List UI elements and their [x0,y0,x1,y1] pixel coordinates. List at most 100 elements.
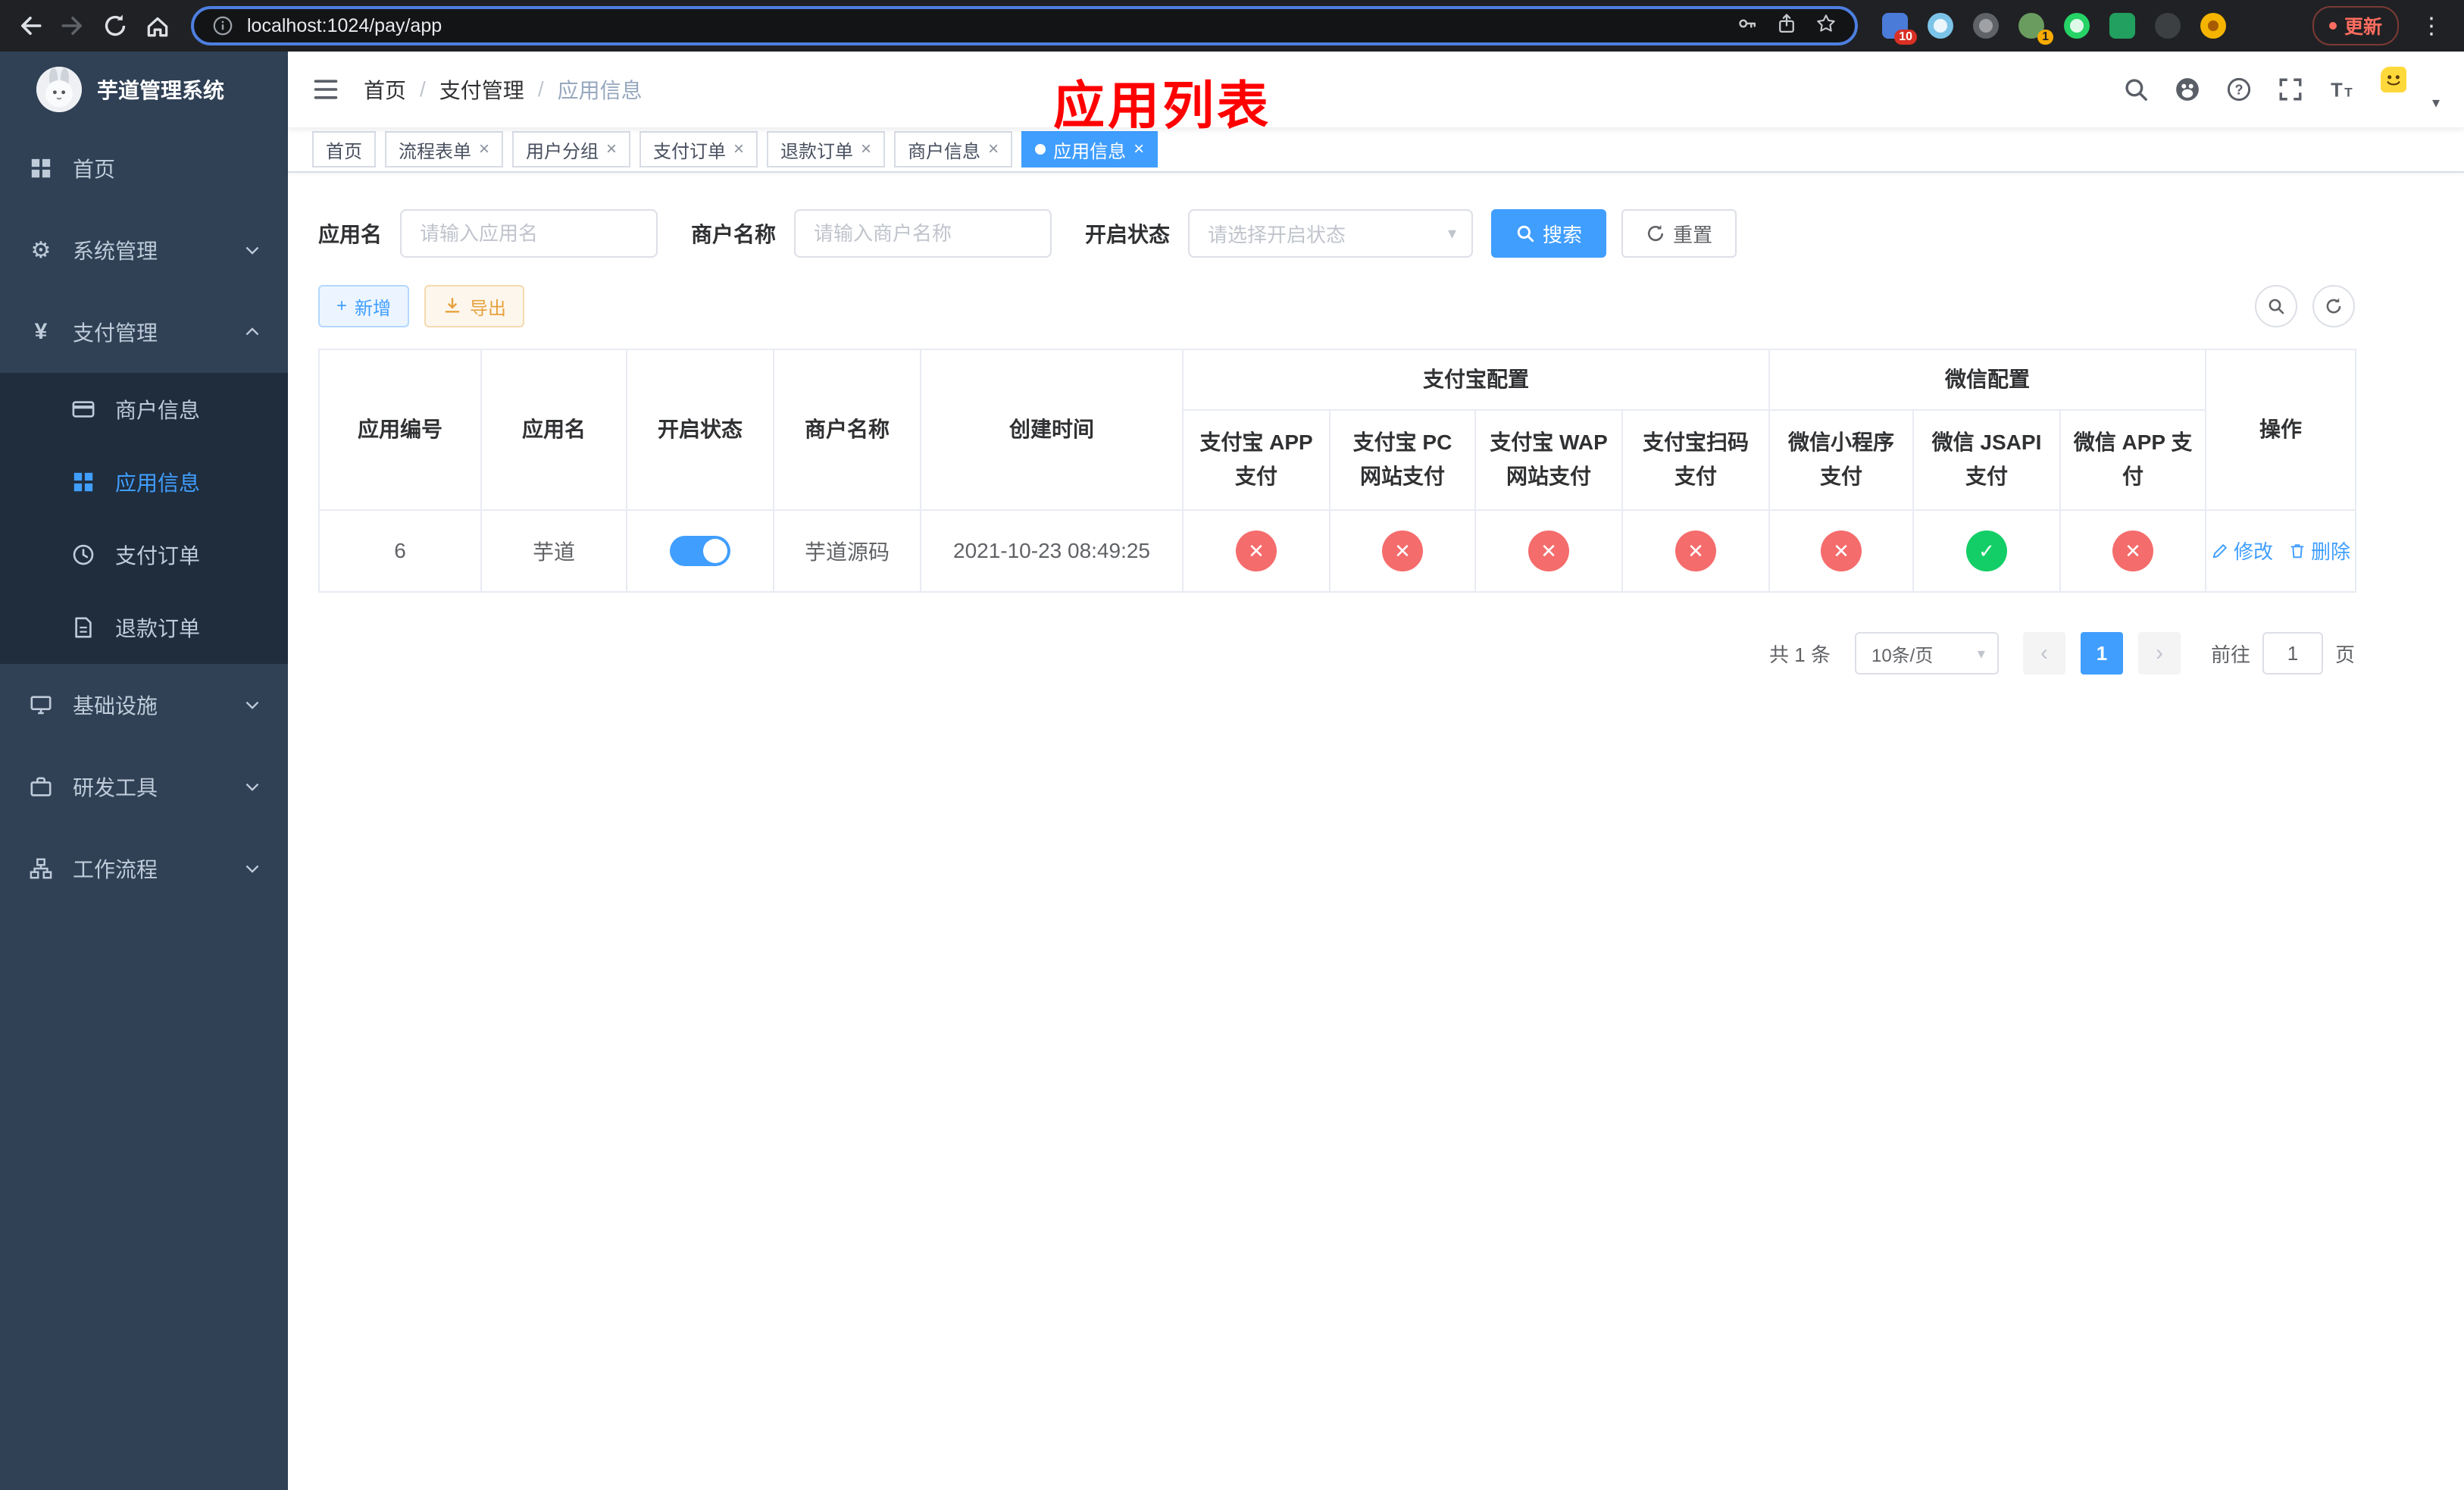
github-icon[interactable] [2175,77,2200,102]
sidebar-item-refund-order[interactable]: 退款订单 [0,591,288,664]
close-icon[interactable]: × [733,140,744,158]
svg-text:T: T [2331,80,2343,102]
annotation-title: 应用列表 [1053,77,1272,135]
toolbox-icon [27,775,55,798]
wx-app-status-icon: ✕ [2112,531,2154,571]
tab-merchant-info[interactable]: 商户信息 × [894,131,1013,167]
plus-icon: + [336,296,348,316]
reset-button[interactable]: 重置 [1621,209,1737,258]
col-header-merchant: 商户名称 [773,349,921,511]
extension-pin-icon[interactable] [2155,13,2181,39]
col-header-actions: 操作 [2205,349,2357,511]
add-button[interactable]: + 新增 [318,285,410,327]
tab-refund-order[interactable]: 退款订单 × [767,131,886,167]
table-row: 6 芋道 芋道源码 2021-10-23 08:49:25 ✕ ✕ ✕ ✕ ✕ … [318,509,2357,593]
col-header-name: 应用名 [480,349,627,511]
help-icon[interactable]: ? [2226,77,2252,102]
status-toggle[interactable] [670,536,730,566]
sidebar-item-system[interactable]: ⚙ 系统管理 [0,209,288,291]
alipay-wap-status-icon: ✕ [1528,531,1569,571]
app-name-input[interactable] [400,209,658,258]
sidebar-item-infra[interactable]: 基础设施 [0,664,288,746]
extension-dark-icon[interactable] [1973,13,1999,39]
extension-grid-icon[interactable]: 10 [1882,13,1917,45]
reload-icon[interactable] [94,5,136,47]
extension-face-icon[interactable] [2200,13,2226,39]
extension-avatar-icon[interactable]: 1 [2018,13,2053,45]
edit-link[interactable]: 修改 [2211,537,2273,565]
back-icon[interactable] [9,5,52,47]
svg-text:T: T [2344,86,2353,100]
fullscreen-icon[interactable] [2278,77,2303,102]
extension-drop-icon[interactable] [1928,13,1953,39]
font-size-icon[interactable]: TT [2329,77,2355,102]
credit-card-icon [70,398,97,421]
caret-down-icon: ▾ [2431,95,2440,111]
password-key-icon[interactable] [1737,12,1758,40]
refund-doc-icon [70,616,97,639]
sidebar-item-devtools[interactable]: 研发工具 [0,746,288,828]
breadcrumb: 首页 / 支付管理 / 应用信息 [364,74,643,105]
page-number-button[interactable]: 1 [2080,632,2123,675]
url-bar[interactable]: localhost:1024/pay/app [191,6,1858,45]
table-toolbar: + 新增 导出 [318,285,2355,327]
filter-form: 应用名 商户名称 开启状态 请选择开启状态 ▾ 搜索 [318,209,2355,258]
close-icon[interactable]: × [988,140,999,158]
bookmark-star-icon[interactable] [1815,12,1837,40]
extension-badge: 1 [2037,30,2053,45]
col-header-wx-app: 微信 APP 支付 [2059,409,2207,511]
browser-menu-icon[interactable]: ⋮ [2414,13,2449,39]
col-header-alipay-qr: 支付宝扫码支付 [1621,409,1771,511]
tab-user-group[interactable]: 用户分组 × [512,131,631,167]
search-button[interactable]: 搜索 [1491,209,1607,258]
col-header-alipay-wap: 支付宝 WAP 网站支付 [1474,409,1623,511]
export-button[interactable]: 导出 [424,285,525,327]
top-navbar: 首页 / 支付管理 / 应用信息 ? TT ▾ [288,52,2464,127]
col-group-wechat: 微信配置 [1768,349,2207,411]
alipay-pc-status-icon: ✕ [1382,531,1423,571]
toggle-search-button[interactable] [2255,285,2297,327]
breadcrumb-app-info: 应用信息 [557,79,643,102]
app-table: 应用编号 应用名 开启状态 商户名称 创建时间 支付宝配置 微信配置 操作 支付… [318,349,2357,593]
share-icon[interactable] [1776,12,1797,40]
tab-home[interactable]: 首页 [312,131,376,167]
sidebar-item-app-info[interactable]: 应用信息 [0,446,288,518]
goto-page-input[interactable] [2262,632,2323,675]
close-icon[interactable]: × [1134,140,1144,158]
extension-badge: 10 [1894,30,1917,45]
extension-book-icon[interactable] [2109,13,2135,39]
sidebar-item-home[interactable]: 首页 [0,127,288,209]
close-icon[interactable]: × [479,140,489,158]
active-tab-dot [1035,144,1046,155]
refresh-button[interactable] [2312,285,2355,327]
tab-pay-order[interactable]: 支付订单 × [639,131,758,167]
home-icon[interactable] [136,5,179,47]
sidebar-toggle-icon[interactable] [312,76,339,103]
prev-page-button[interactable]: ‹ [2022,632,2065,675]
user-avatar[interactable]: ▾ [2380,67,2440,112]
goto-label: 前往 [2210,643,2250,666]
close-icon[interactable]: × [861,140,871,158]
next-page-button[interactable]: › [2137,632,2181,675]
search-icon[interactable] [2123,77,2149,102]
dashboard-icon [27,157,55,180]
forward-icon[interactable] [52,5,94,47]
sidebar-item-workflow[interactable]: 工作流程 [0,828,288,909]
extension-whatsapp-icon[interactable] [2064,13,2090,39]
breadcrumb-pay[interactable]: 支付管理 [439,74,524,105]
cell-created: 2021-10-23 08:49:25 [920,509,1184,593]
delete-link[interactable]: 删除 [2288,537,2350,565]
sidebar-item-pay-order[interactable]: 支付订单 [0,518,288,591]
workflow-icon [27,857,55,880]
status-select[interactable]: 请选择开启状态 ▾ [1188,209,1474,258]
close-icon[interactable]: × [606,140,617,158]
site-info-icon[interactable] [212,15,233,36]
page-size-select[interactable]: 10条/页 ▾ [1854,632,1999,675]
browser-chrome: localhost:1024/pay/app 10 1 更新 ⋮ [0,0,2464,52]
sidebar-item-pay[interactable]: ¥ 支付管理 [0,291,288,373]
merchant-name-input[interactable] [794,209,1052,258]
sidebar-item-merchant-info[interactable]: 商户信息 [0,373,288,446]
tab-process-form[interactable]: 流程表单 × [385,131,504,167]
breadcrumb-home[interactable]: 首页 [364,74,406,105]
browser-update-button[interactable]: 更新 [2312,6,2399,45]
